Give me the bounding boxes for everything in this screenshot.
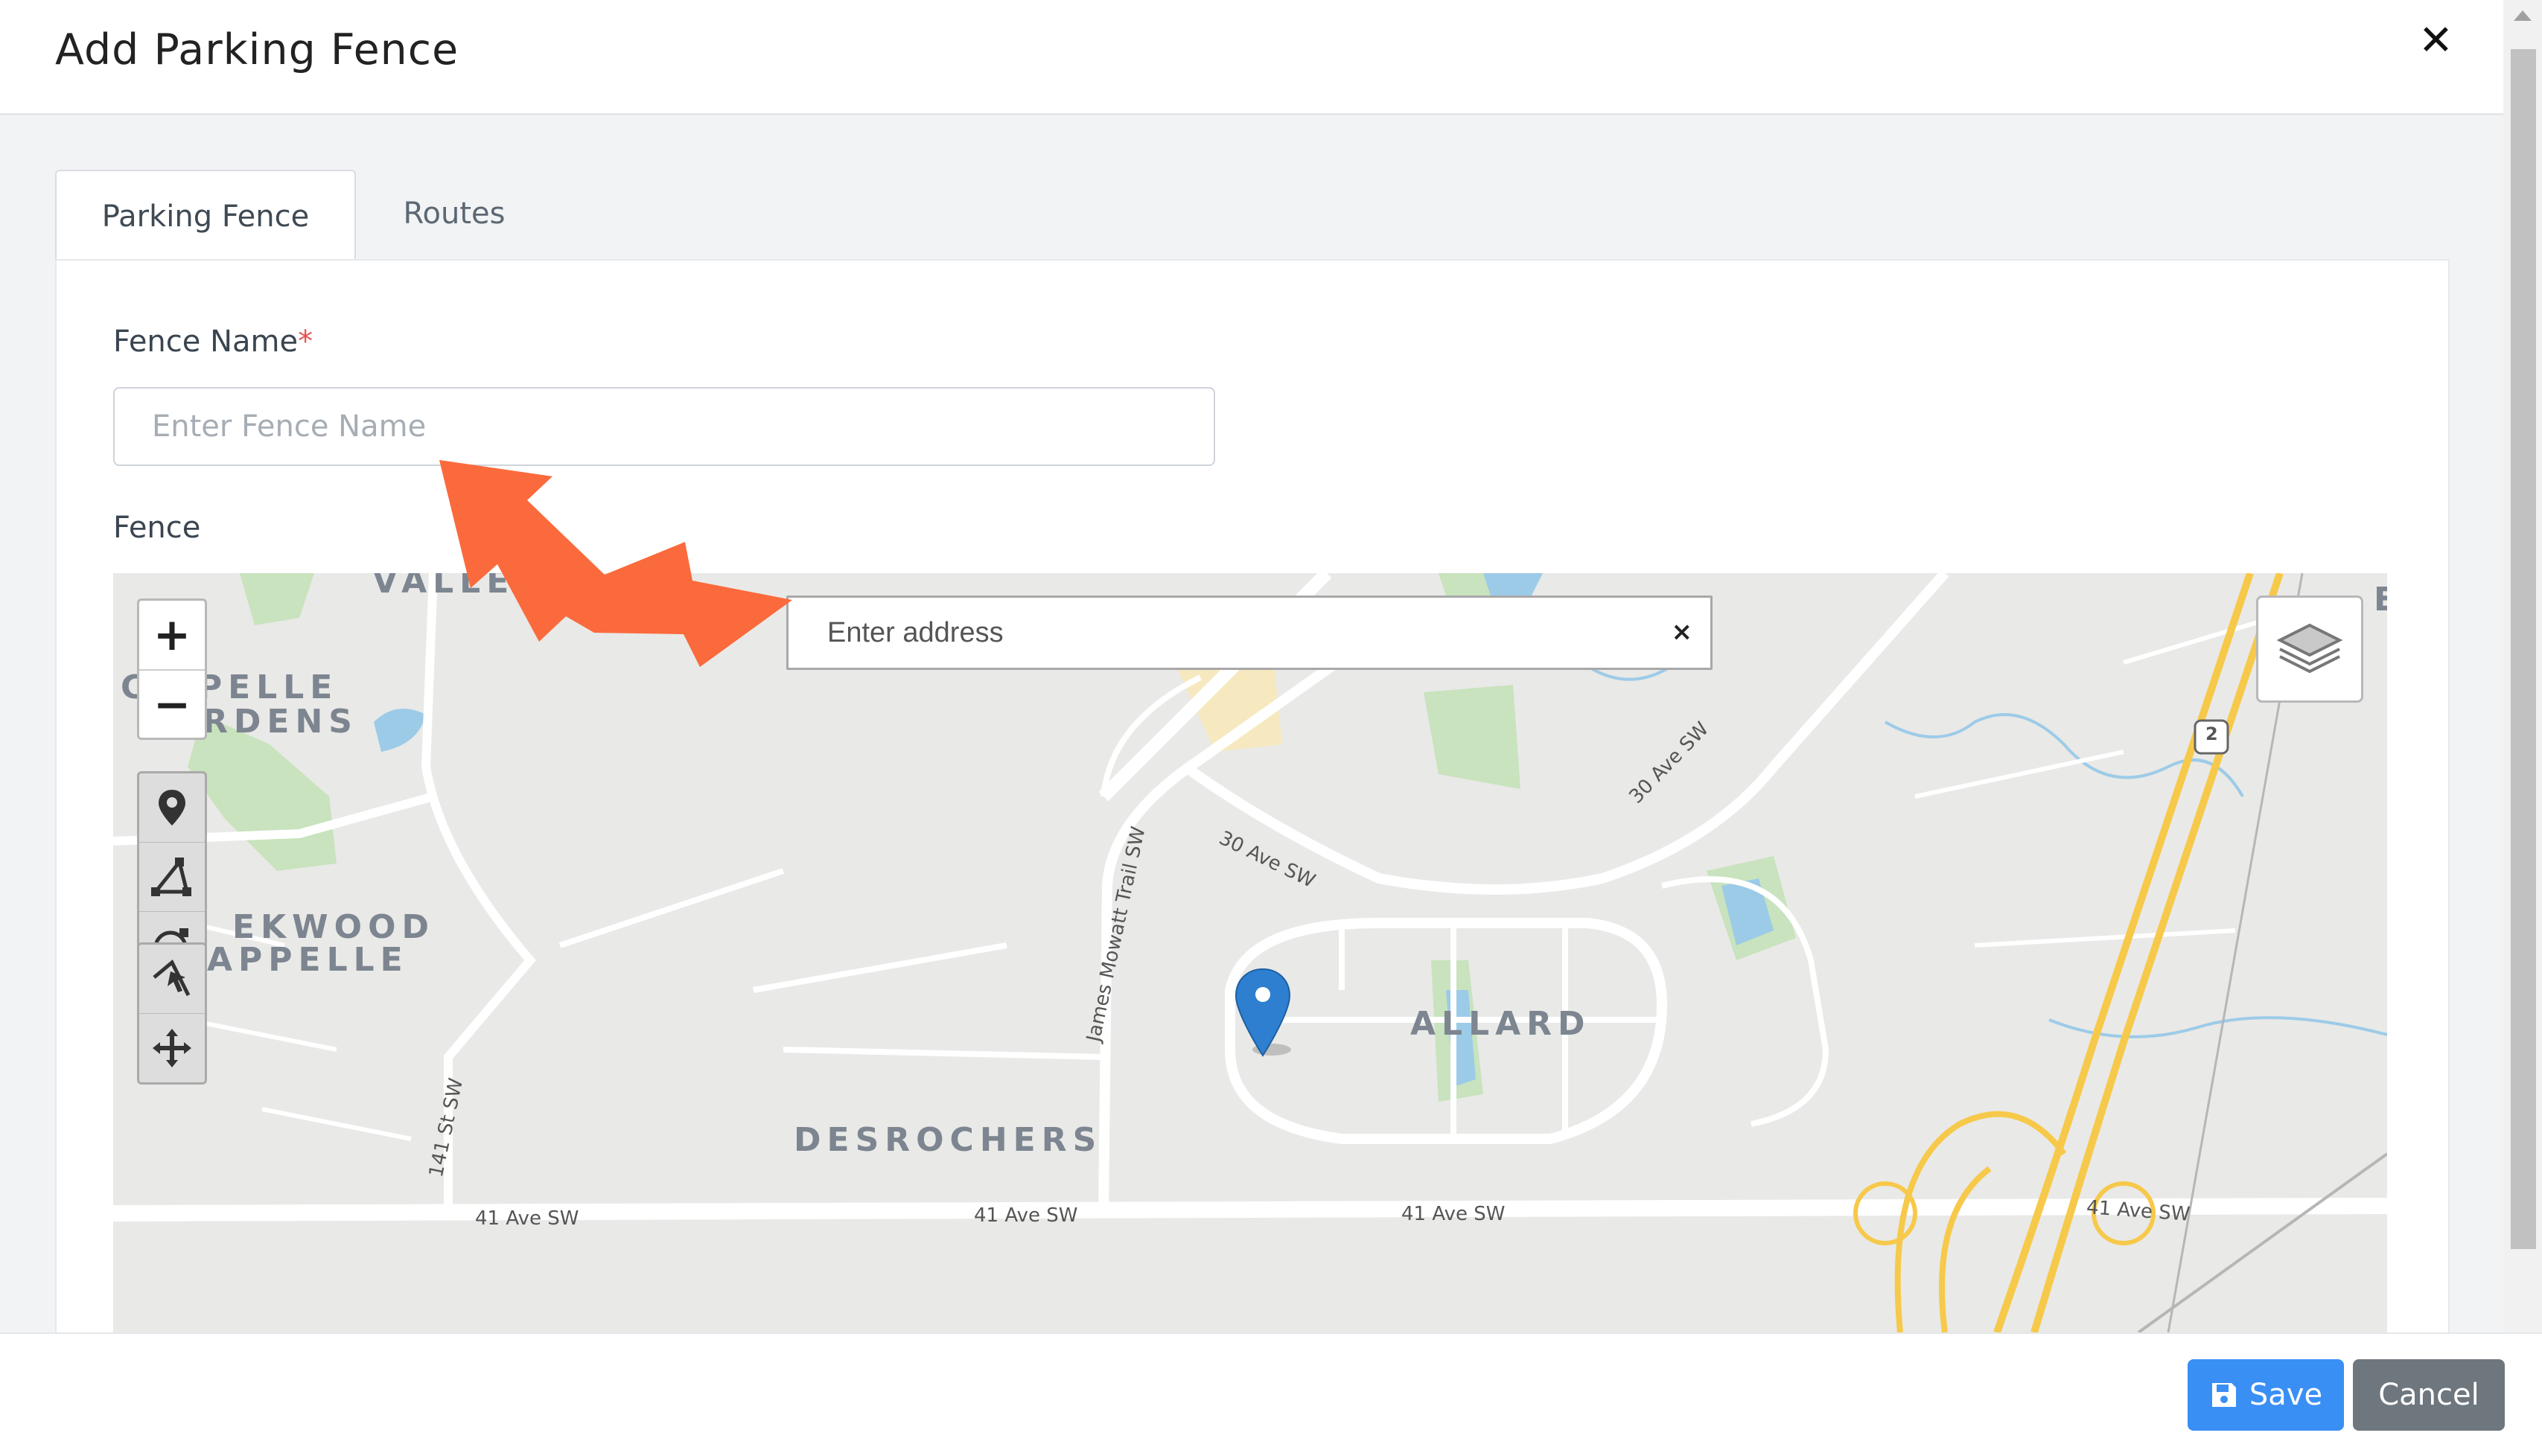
place-label-desrochers: DESROCHERS [794,1121,1103,1159]
fence-name-input[interactable] [113,387,1215,466]
polygon-icon [151,858,191,896]
modal-header: Add Parking Fence ✕ [0,0,2503,115]
layers-button[interactable] [2256,596,2363,703]
scroll-up-icon[interactable] [2514,10,2532,21]
zoom-control: + − [137,598,207,740]
address-input[interactable] [789,598,1645,668]
place-label-allard: ALLARD [1410,1005,1591,1043]
close-icon[interactable]: ✕ [2418,16,2453,65]
scrollbar[interactable] [2503,0,2542,1332]
place-label-edge: E [2374,581,2387,619]
scrollbar-thumb[interactable] [2511,49,2536,1249]
map-base-layer [113,573,2387,1332]
draw-marker-button[interactable] [139,773,205,843]
zoom-in-button[interactable]: + [139,601,205,671]
address-search: × [786,596,1713,670]
edit-toolbar [137,942,207,1085]
edit-layers-button[interactable] [139,945,205,1014]
road-label-41-ave-c: 41 Ave SW [1401,1203,1506,1225]
zoom-out-button[interactable]: − [139,671,205,739]
move-icon [153,1029,191,1067]
tab-routes[interactable]: Routes [356,170,552,258]
save-icon [2211,1383,2236,1407]
modal-footer: Save Cancel [0,1332,2542,1456]
marker-icon [159,790,185,826]
save-button[interactable]: Save [2188,1359,2344,1431]
road-label-41-ave-a: 41 Ave SW [475,1207,579,1230]
map[interactable]: VALLEY C PPELLE RDENS EKWOOD APPELLE ALL… [113,573,2387,1332]
tab-parking-fence[interactable]: Parking Fence [55,170,356,262]
road-label-41-ave-b: 41 Ave SW [974,1204,1078,1227]
required-marker: * [298,325,313,359]
address-clear-icon[interactable]: × [1672,617,1693,647]
fence-label: Fence [113,511,201,545]
place-label-qu-appelle-2: RDENS [203,703,358,741]
layers-icon [2276,623,2343,674]
cancel-button[interactable]: Cancel [2353,1359,2505,1431]
place-label-valley: VALLEY [372,573,545,601]
fence-name-label: Fence Name* [113,325,313,359]
modal-title: Add Parking Fence [55,25,459,74]
map-marker-icon[interactable] [1233,966,1293,1059]
move-layers-button[interactable] [139,1014,205,1082]
place-label-creekwood-2: APPELLE [207,941,409,979]
highway-shield-label: 2 [2205,724,2218,744]
save-button-label: Save [2249,1378,2323,1412]
draw-polygon-button[interactable] [139,843,205,912]
edit-icon [153,960,191,997]
